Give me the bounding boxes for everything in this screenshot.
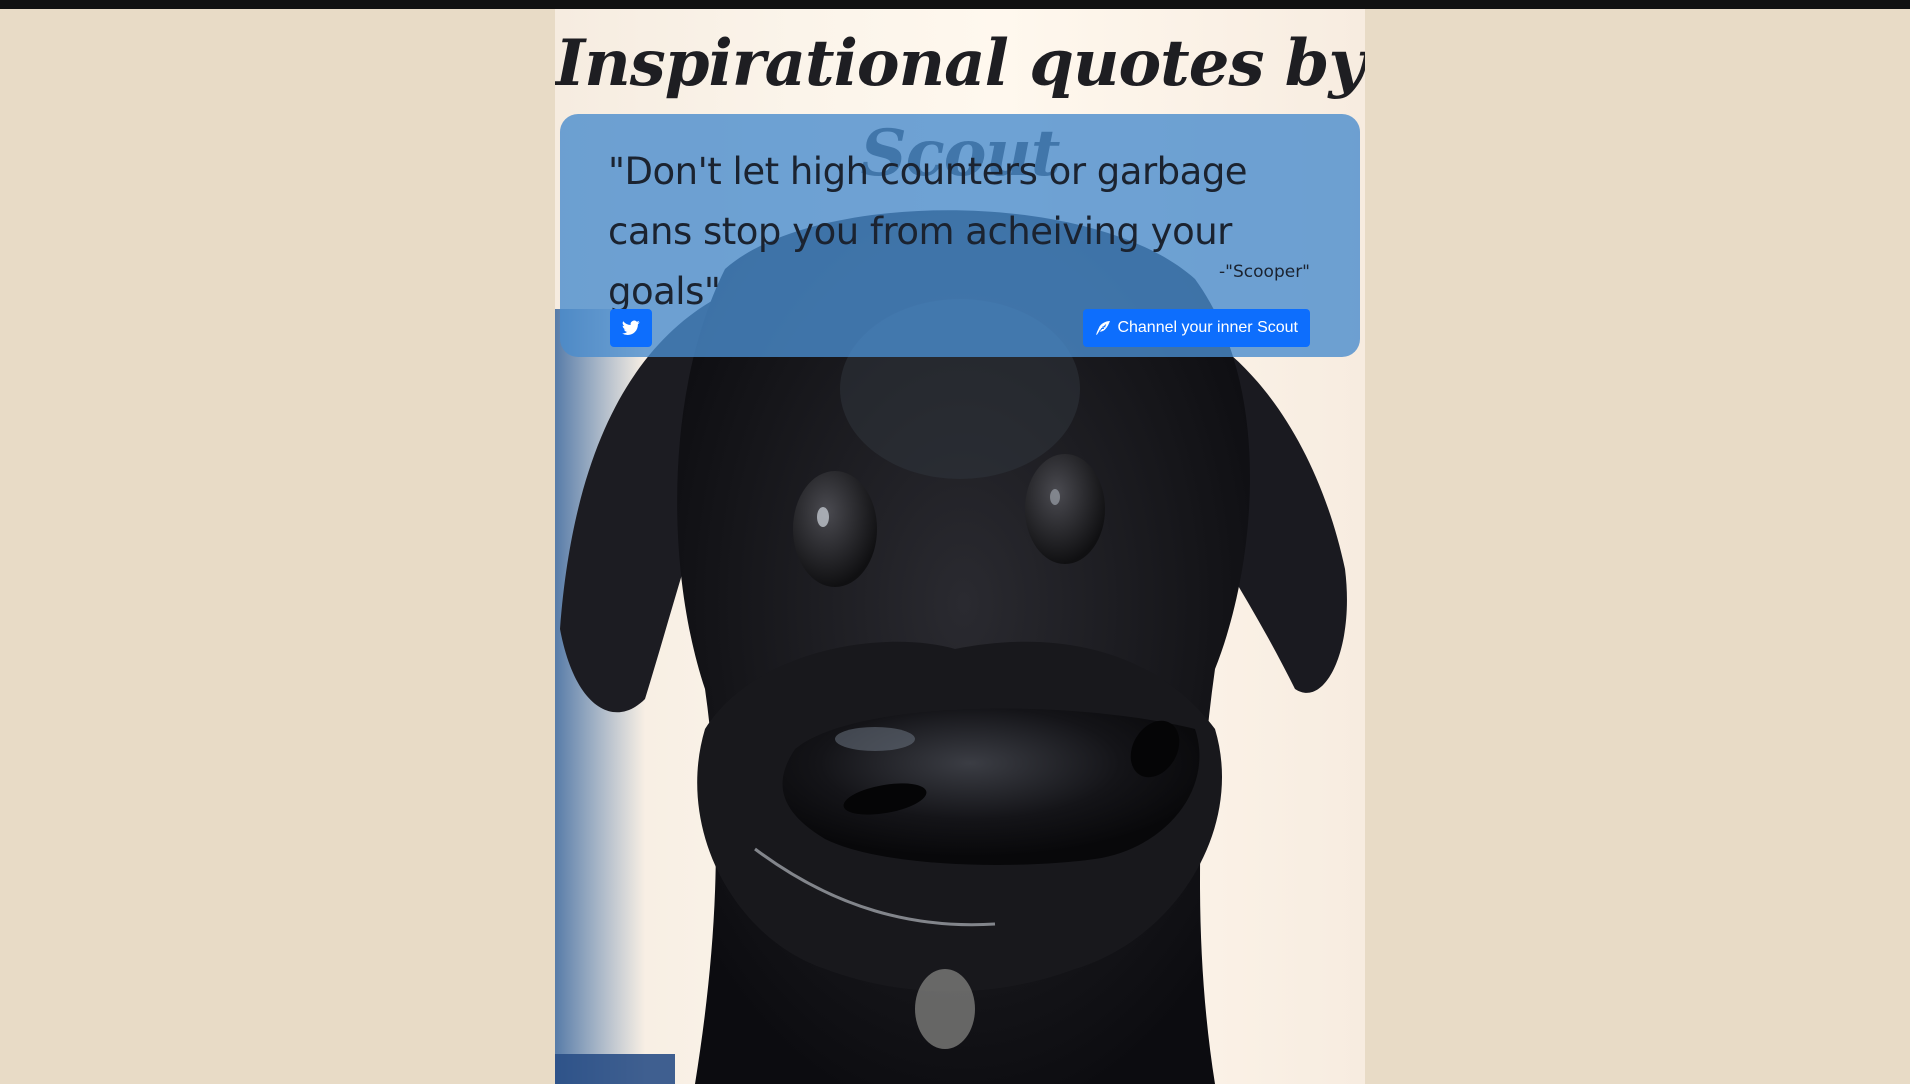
feather-icon <box>1096 321 1111 335</box>
main-column: Inspirational quotes by Scout "Don't let… <box>555 9 1365 1084</box>
quote-box: "Don't let high counters or garbage cans… <box>560 114 1360 357</box>
browser-top-bar <box>0 0 1910 9</box>
twitter-icon <box>622 320 640 336</box>
quote-author: -"Scooper" <box>1219 262 1310 282</box>
new-quote-label: Channel your inner Scout <box>1117 319 1298 336</box>
new-quote-button[interactable]: Channel your inner Scout <box>1083 309 1310 347</box>
quote-text: "Don't let high counters or garbage cans… <box>608 150 1248 313</box>
tweet-quote-button[interactable] <box>610 309 652 347</box>
